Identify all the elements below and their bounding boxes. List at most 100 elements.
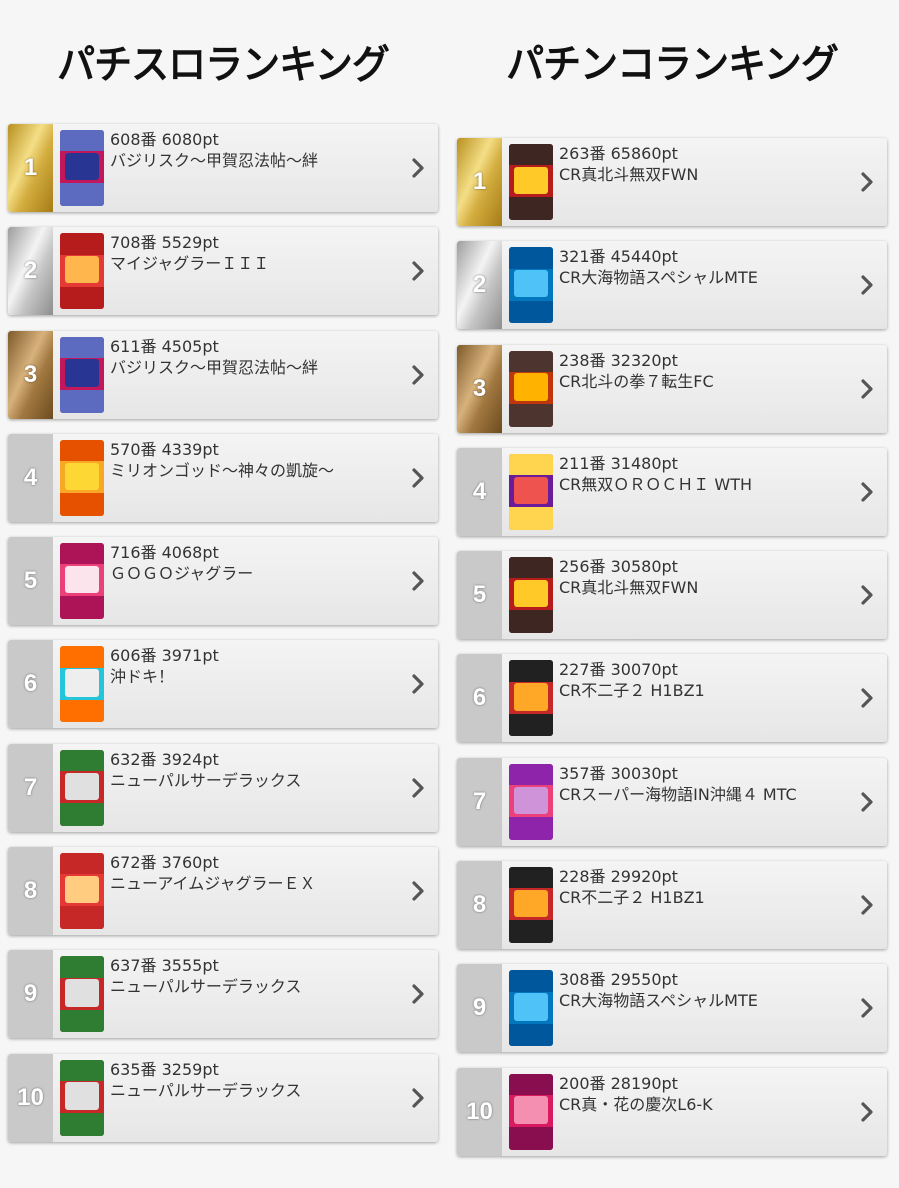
ranking-row[interactable]: 7 632番 3924pt ニューパルサーデラックス (8, 743, 438, 832)
ranking-row[interactable]: 6 227番 30070pt CR不二子２ H1BZ1 (457, 654, 887, 743)
rank-badge: 9 (457, 964, 502, 1053)
chevron-right-icon[interactable] (847, 758, 887, 846)
chevron-right-icon[interactable] (398, 124, 438, 212)
chevron-right-icon[interactable] (398, 744, 438, 832)
machine-thumbnail (509, 867, 553, 944)
machine-thumbnail (60, 956, 104, 1033)
machine-number-points: 228番 29920pt (559, 867, 678, 887)
rank-badge: 1 (8, 124, 53, 212)
chevron-right-icon[interactable] (398, 331, 438, 419)
machine-info: 238番 32320pt CR北斗の拳７転生FC (559, 345, 847, 433)
rank-badge: 10 (8, 1053, 53, 1142)
ranking-row[interactable]: 1 608番 6080pt バジリスク～甲賀忍法帖～絆 (8, 124, 438, 212)
machine-thumbnail (60, 749, 104, 826)
chevron-right-icon[interactable] (847, 654, 887, 742)
machine-thumbnail (60, 646, 104, 723)
machine-number-points: 632番 3924pt (110, 749, 219, 769)
machine-thumbnail (509, 350, 553, 427)
machine-number-points: 238番 32320pt (559, 350, 678, 370)
ranking-row[interactable]: 2 708番 5529pt マイジャグラーＩＩＩ (8, 227, 438, 316)
machine-info: 227番 30070pt CR不二子２ H1BZ1 (559, 654, 847, 742)
machine-number-points: 256番 30580pt (559, 557, 678, 577)
machine-info: 635番 3259pt ニューパルサーデラックス (110, 1054, 398, 1142)
machine-info: 200番 28190pt CR真・花の慶次L6-K (559, 1068, 847, 1156)
slot-ranking-list: 1 608番 6080pt バジリスク～甲賀忍法帖～絆 2 708番 5529pt マイジ… (8, 124, 438, 1157)
chevron-right-icon[interactable] (398, 640, 438, 728)
ranking-row[interactable]: 5 256番 30580pt CR真北斗無双FWN (457, 551, 887, 640)
chevron-right-icon[interactable] (847, 448, 887, 536)
machine-number-points: 570番 4339pt (110, 439, 219, 459)
chevron-right-icon[interactable] (398, 1054, 438, 1142)
machine-info: 256番 30580pt CR真北斗無双FWN (559, 551, 847, 639)
ranking-row[interactable]: 3 238番 32320pt CR北斗の拳７転生FC (457, 344, 887, 433)
machine-thumbnail (60, 439, 104, 516)
chevron-right-icon[interactable] (847, 345, 887, 433)
machine-name: 沖ドキ！ (110, 667, 175, 687)
machine-number-points: 606番 3971pt (110, 646, 219, 666)
machine-info: 632番 3924pt ニューパルサーデラックス (110, 744, 398, 832)
rank-badge: 5 (457, 551, 502, 640)
ranking-row[interactable]: 8 228番 29920pt CR不二子２ H1BZ1 (457, 861, 887, 950)
machine-name: バジリスク～甲賀忍法帖～絆 (110, 357, 319, 377)
machine-name: CR真北斗無双FWN (559, 165, 699, 184)
machine-thumbnail (509, 453, 553, 530)
ranking-row[interactable]: 8 672番 3760pt ニューアイムジャグラーＥＸ (8, 847, 438, 936)
chevron-right-icon[interactable] (847, 861, 887, 949)
ranking-row[interactable]: 9 637番 3555pt ニューパルサーデラックス (8, 950, 438, 1039)
machine-thumbnail (60, 853, 104, 930)
machine-info: 263番 65860pt CR真北斗無双FWN (559, 138, 847, 226)
machine-name: CR真北斗無双FWN (559, 578, 699, 598)
machine-number-points: 321番 45440pt (559, 247, 678, 267)
slot-ranking-title: パチスロランキング (57, 40, 390, 87)
ranking-row[interactable]: 2 321番 45440pt CR大海物語スペシャルMTE (457, 241, 887, 330)
machine-thumbnail (60, 1059, 104, 1136)
ranking-row[interactable]: 3 611番 4505pt バジリスク～甲賀忍法帖～絆 (8, 330, 438, 419)
machine-name: CR真・花の慶次L6-K (559, 1094, 713, 1114)
ranking-row[interactable]: 4 570番 4339pt ミリオンゴッド～神々の凱旋～ (8, 433, 438, 522)
machine-number-points: 357番 30030pt (559, 763, 678, 783)
chevron-right-icon[interactable] (847, 138, 887, 226)
machine-thumbnail (509, 247, 553, 324)
rank-badge: 4 (8, 433, 53, 522)
ranking-row[interactable]: 5 716番 4068pt ＧＯＧＯジャグラー (8, 537, 438, 626)
ranking-row[interactable]: 4 211番 31480pt CR無双ＯＲＯＣＨＩ WTH (457, 447, 887, 536)
pachinko-ranking-title: パチンコランキング (506, 40, 839, 87)
rank-badge: 7 (8, 743, 53, 832)
ranking-row[interactable]: 6 606番 3971pt 沖ドキ！ (8, 640, 438, 729)
machine-info: 672番 3760pt ニューアイムジャグラーＥＸ (110, 847, 398, 935)
machine-number-points: 200番 28190pt (559, 1073, 678, 1093)
machine-info: 228番 29920pt CR不二子２ H1BZ1 (559, 861, 847, 949)
machine-thumbnail (509, 660, 553, 737)
machine-info: 357番 30030pt CRスーパー海物語IN沖縄４ MTC (559, 758, 847, 846)
machine-thumbnail (60, 543, 104, 620)
machine-number-points: 263番 65860pt (559, 144, 678, 163)
machine-number-points: 308番 29550pt (559, 970, 678, 990)
machine-name: CR大海物語スペシャルMTE (559, 268, 758, 288)
chevron-right-icon[interactable] (398, 847, 438, 935)
chevron-right-icon[interactable] (398, 434, 438, 522)
chevron-right-icon[interactable] (847, 241, 887, 329)
rank-badge: 10 (457, 1067, 502, 1156)
chevron-right-icon[interactable] (847, 551, 887, 639)
ranking-row[interactable]: 1 263番 65860pt CR真北斗無双FWN (457, 138, 887, 226)
machine-name: ミリオンゴッド～神々の凱旋～ (110, 460, 335, 480)
chevron-right-icon[interactable] (398, 537, 438, 625)
machine-name: CRスーパー海物語IN沖縄４ MTC (559, 784, 797, 804)
rank-badge: 6 (457, 654, 502, 743)
pachinko-ranking-list: 1 263番 65860pt CR真北斗無双FWN 2 321番 45440pt CR大海… (457, 138, 887, 1171)
chevron-right-icon[interactable] (847, 964, 887, 1052)
chevron-right-icon[interactable] (398, 227, 438, 315)
slot-ranking-column: パチスロランキング 1 608番 6080pt バジリスク～甲賀忍法帖～絆 2 708番… (8, 0, 438, 1157)
machine-info: 637番 3555pt ニューパルサーデラックス (110, 950, 398, 1038)
ranking-row[interactable]: 10 200番 28190pt CR真・花の慶次L6-K (457, 1067, 887, 1156)
rank-badge: 6 (8, 640, 53, 729)
ranking-row[interactable]: 7 357番 30030pt CRスーパー海物語IN沖縄４ MTC (457, 757, 887, 846)
chevron-right-icon[interactable] (398, 950, 438, 1038)
machine-name: CR北斗の拳７転生FC (559, 371, 714, 391)
ranking-row[interactable]: 9 308番 29550pt CR大海物語スペシャルMTE (457, 964, 887, 1053)
chevron-right-icon[interactable] (847, 1068, 887, 1156)
rank-badge: 2 (457, 241, 502, 330)
machine-number-points: 716番 4068pt (110, 543, 219, 563)
machine-info: 308番 29550pt CR大海物語スペシャルMTE (559, 964, 847, 1052)
ranking-row[interactable]: 10 635番 3259pt ニューパルサーデラックス (8, 1053, 438, 1142)
